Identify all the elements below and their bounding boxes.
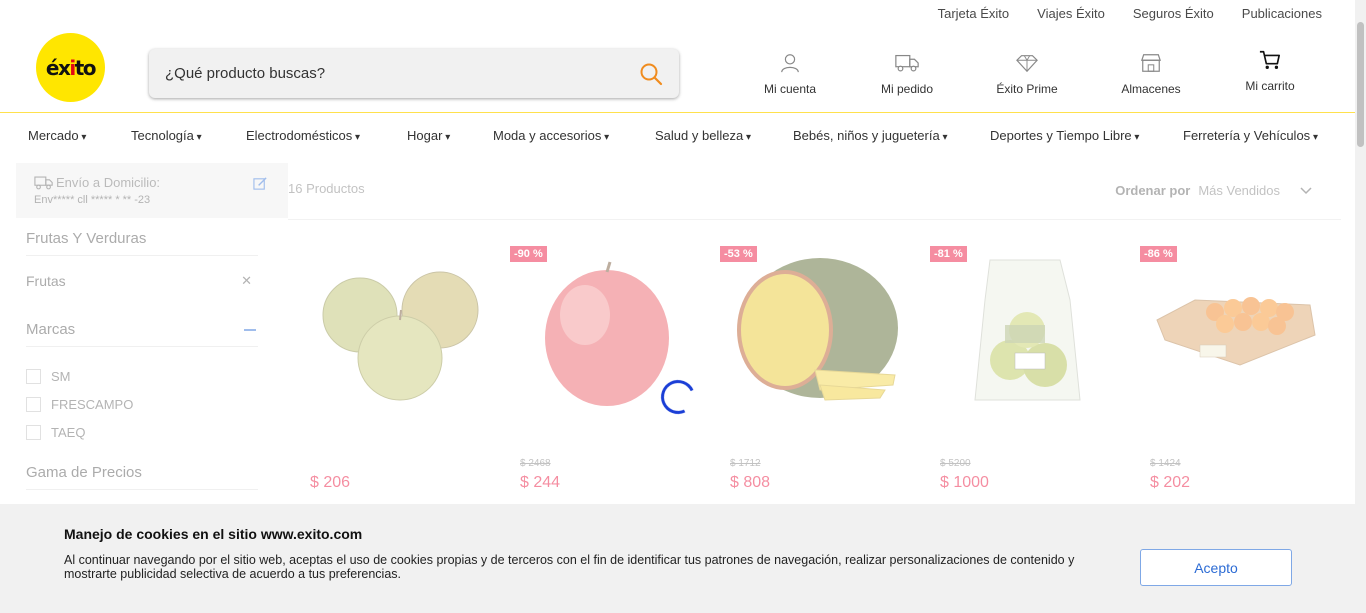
cookie-title: Manejo de cookies en el sitio www.exito.… [64, 526, 363, 542]
category-bebes[interactable]: Bebés, niños y juguetería [793, 128, 948, 143]
product-card[interactable]: -86 % $ 1424 $ 202 [1140, 240, 1340, 500]
category-mercado[interactable]: Mercado [28, 128, 86, 143]
accept-cookies-button[interactable]: Acepto [1140, 549, 1292, 586]
product-image-mango[interactable] [725, 250, 915, 415]
chevron-down-icon [1300, 186, 1312, 194]
product-old-price: $ 5200 [940, 458, 971, 469]
category-ferreteria[interactable]: Ferretería y Vehículos [1183, 128, 1318, 143]
discount-badge: -86 % [1140, 246, 1177, 262]
cart-label: Mi carrito [1245, 79, 1295, 93]
product-image-green-apples[interactable] [305, 250, 495, 415]
cookie-banner: Manejo de cookies en el sitio www.exito.… [0, 504, 1355, 613]
product-price: $ 202 [1150, 474, 1191, 491]
discount-badge: -90 % [510, 246, 547, 262]
exito-prime-button[interactable]: Éxito Prime [977, 52, 1077, 96]
edit-icon[interactable] [253, 176, 268, 191]
brand-option[interactable]: FRESCAMPO [26, 397, 258, 412]
category-electrodomesticos[interactable]: Electrodomésticos [246, 128, 360, 143]
page-scrollbar[interactable] [1355, 0, 1366, 613]
product-old-price: $ 2468 [520, 458, 551, 469]
store-icon [1141, 54, 1161, 72]
scrollbar-thumb[interactable] [1357, 22, 1364, 147]
logo-text: éxito [45, 55, 97, 80]
header-divider [0, 112, 1355, 113]
sort-value: Más Vendidos [1198, 183, 1280, 198]
user-icon [781, 54, 799, 73]
product-image-mandarin-tray[interactable] [1145, 250, 1335, 415]
exito-prime-label: Éxito Prime [996, 82, 1058, 96]
brands-title-text: Marcas [26, 321, 76, 338]
price-filter-title: Gama de Precios [26, 464, 258, 490]
category-deportes[interactable]: Deportes y Tiempo Libre [990, 128, 1139, 143]
top-link-seguros[interactable]: Seguros Éxito [1133, 6, 1214, 21]
top-link-viajes[interactable]: Viajes Éxito [1037, 6, 1105, 21]
checkbox[interactable] [26, 369, 41, 384]
search-input[interactable] [165, 65, 639, 82]
product-image-pear-bag[interactable] [935, 250, 1125, 415]
product-card[interactable]: -53 % $ 1712 $ 808 [720, 240, 920, 500]
brand-label: SM [51, 369, 71, 384]
checkbox[interactable] [26, 397, 41, 412]
my-account-button[interactable]: Mi cuenta [740, 52, 840, 96]
product-card[interactable]: -90 % $ 2468 $ 244 [510, 240, 710, 500]
product-grid: $ 206 -90 % $ 2468 $ 244 -53 % $ 1712 $ … [300, 240, 1345, 500]
remove-filter-icon[interactable]: ✕ [241, 273, 252, 289]
cart-icon [1259, 50, 1280, 69]
my-order-label: Mi pedido [880, 82, 934, 96]
product-card[interactable]: -81 % $ 5200 $ 1000 [930, 240, 1130, 500]
product-old-price: $ 1424 [1150, 458, 1181, 469]
delivery-address: Env***** cll ***** * ** -23 [34, 194, 151, 206]
search-bar [149, 49, 679, 98]
logo[interactable]: éxito [36, 33, 105, 102]
category-moda[interactable]: Moda y accesorios [493, 128, 609, 143]
sort-control[interactable]: Ordenar por Más Vendidos [1115, 183, 1312, 198]
truck-icon [895, 54, 919, 72]
header-actions: Mi cuenta Mi pedido Éxito Prime Almacene… [740, 49, 1330, 102]
delivery-label: Envío a Domicilio: [56, 175, 161, 190]
category-filter-title: Frutas Y Verduras [26, 230, 258, 256]
brand-label: TAEQ [51, 425, 86, 440]
page: Tarjeta Éxito Viajes Éxito Seguros Éxito… [0, 0, 1366, 613]
product-price: $ 808 [730, 474, 771, 491]
top-link-tarjeta[interactable]: Tarjeta Éxito [938, 6, 1010, 21]
cookie-description: Al continuar navegando por el sitio web,… [64, 553, 1075, 581]
brands-filter-title: Marcas [26, 321, 258, 347]
brands-list: SM FRESCAMPO TAEQ [26, 369, 258, 440]
delivery-box[interactable]: Envío a Domicilio: Env***** cll ***** * … [16, 163, 288, 218]
top-links: Tarjeta Éxito Viajes Éxito Seguros Éxito… [938, 6, 1322, 21]
delivery-row: Envío a Domicilio: [34, 175, 288, 190]
stores-button[interactable]: Almacenes [1101, 52, 1201, 96]
collapse-icon[interactable] [244, 329, 256, 331]
sort-label: Ordenar por [1115, 183, 1191, 198]
product-price: $ 244 [520, 474, 561, 491]
brand-option[interactable]: TAEQ [26, 425, 258, 440]
product-card[interactable]: $ 206 [300, 240, 500, 500]
top-link-publicaciones[interactable]: Publicaciones [1242, 6, 1322, 21]
category-tecnologia[interactable]: Tecnología [131, 128, 202, 143]
active-filter-label: Frutas [26, 273, 66, 289]
product-price: $ 1000 [940, 474, 989, 491]
filters-sidebar: Frutas Y Verduras Frutas ✕ Marcas SM FRE… [26, 230, 258, 490]
category-nav: Mercado Tecnología Electrodomésticos Hog… [28, 128, 1328, 146]
brand-label: FRESCAMPO [51, 397, 134, 412]
active-filter: Frutas ✕ [26, 256, 258, 289]
my-order-button[interactable]: Mi pedido [857, 52, 957, 96]
checkbox[interactable] [26, 425, 41, 440]
stores-label: Almacenes [1121, 82, 1181, 96]
product-count: 16 Productos [288, 181, 365, 196]
truck-icon [34, 176, 53, 190]
cart-button[interactable]: Mi carrito [1220, 49, 1320, 93]
category-hogar[interactable]: Hogar [407, 128, 450, 143]
results-divider [288, 219, 1341, 220]
brand-option[interactable]: SM [26, 369, 258, 384]
discount-badge: -81 % [930, 246, 967, 262]
product-old-price: $ 1712 [730, 458, 761, 469]
diamond-icon [1016, 55, 1038, 73]
product-price: $ 206 [310, 474, 351, 491]
discount-badge: -53 % [720, 246, 757, 262]
category-salud[interactable]: Salud y belleza [655, 128, 751, 143]
my-account-label: Mi cuenta [763, 82, 817, 96]
search-icon[interactable] [639, 62, 663, 86]
